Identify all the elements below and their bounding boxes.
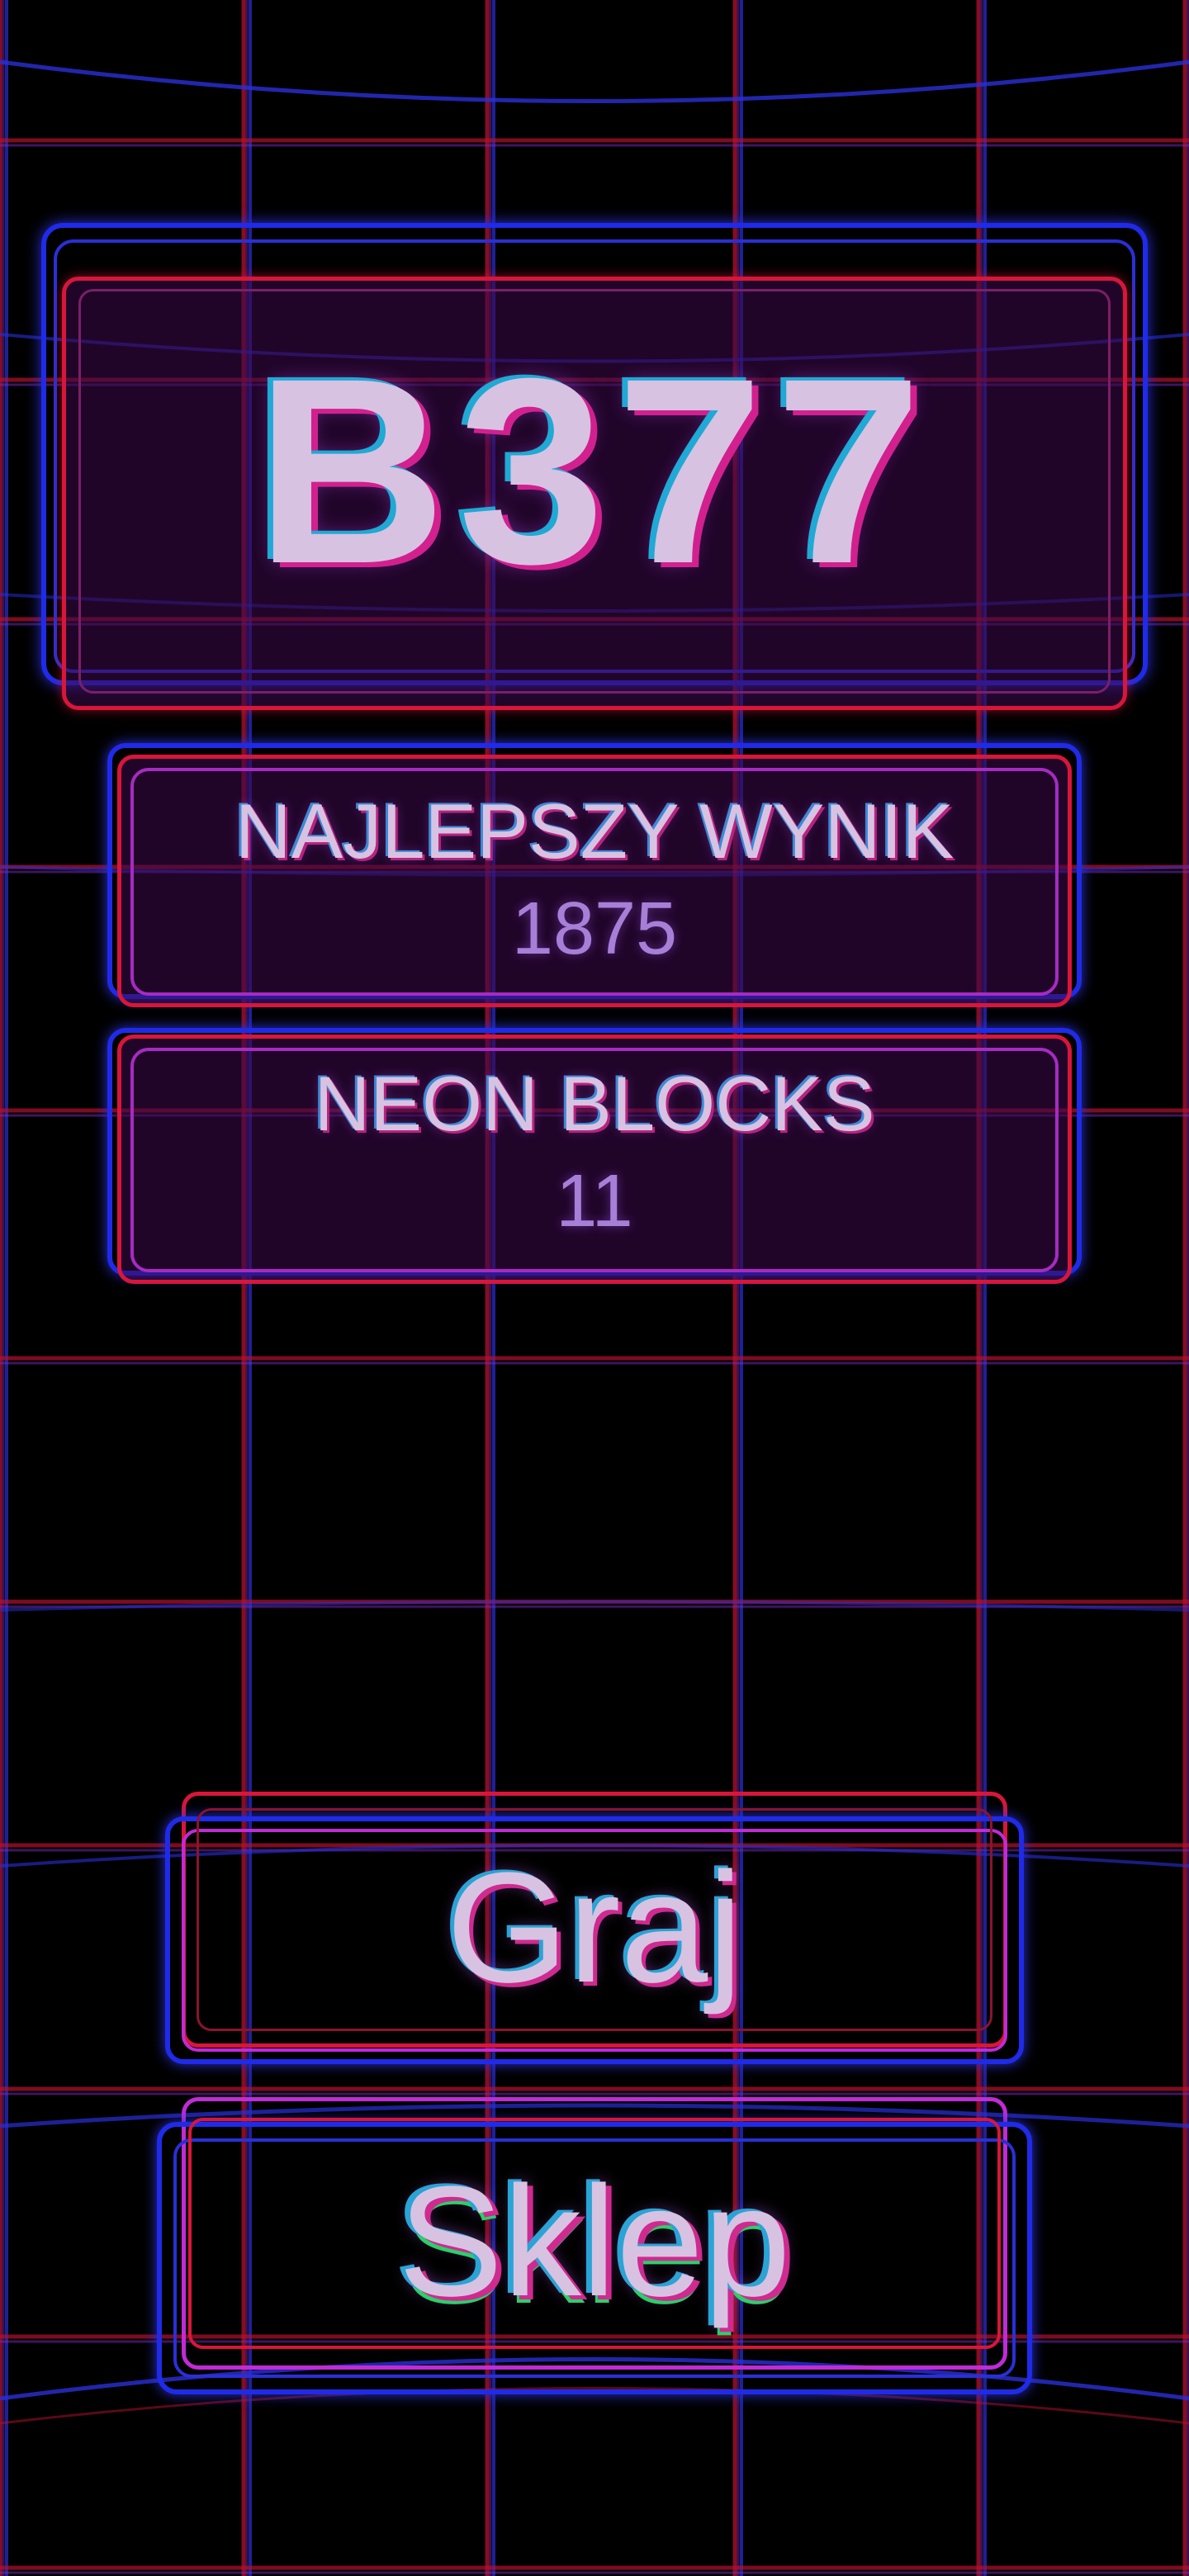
neon-blocks-value: 11 bbox=[556, 1160, 633, 1243]
play-button[interactable]: Graj bbox=[165, 1792, 1024, 2064]
grid-curve bbox=[0, 59, 1189, 103]
logo-panel: B377 bbox=[33, 215, 1156, 710]
shop-button-label: Sklep bbox=[398, 2154, 791, 2329]
neon-blocks-label: NEON BLOCKS bbox=[314, 1060, 875, 1147]
best-score-label: NAJLEPSZY WYNIK bbox=[234, 788, 955, 874]
best-score-panel: NAJLEPSZY WYNIK 1875 bbox=[107, 743, 1082, 1007]
play-button-label: Graj bbox=[446, 1840, 743, 2015]
shop-button[interactable]: Sklep bbox=[157, 2097, 1032, 2394]
best-score-value: 1875 bbox=[511, 888, 678, 970]
neon-blocks-panel: NEON BLOCKS 11 bbox=[107, 1028, 1082, 1284]
game-logo: B377 bbox=[255, 323, 934, 618]
